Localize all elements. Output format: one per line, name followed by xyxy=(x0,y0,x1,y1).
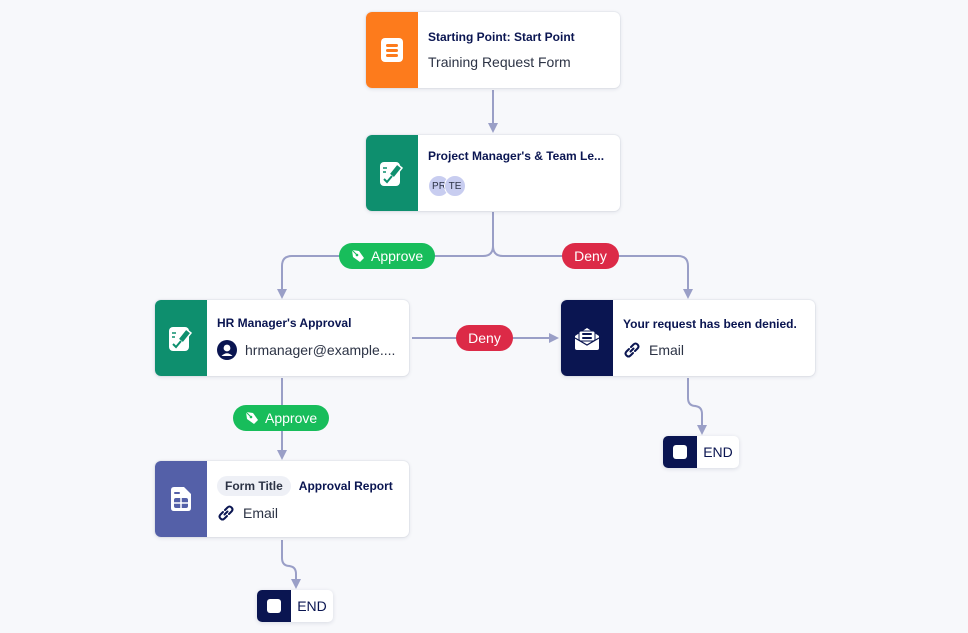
report-delivery-type: Email xyxy=(243,505,279,521)
hr-approval-node[interactable]: HR Manager's Approval hrmanager@example.… xyxy=(155,300,409,376)
denied-email-node[interactable]: Your request has been denied. Email xyxy=(561,300,815,376)
denied-email-title: Your request has been denied. xyxy=(623,317,797,331)
pen-nib-icon xyxy=(245,411,258,424)
start-node[interactable]: Starting Point: Start Point Training Req… xyxy=(366,12,620,88)
workflow-canvas: Starting Point: Start Point Training Req… xyxy=(0,0,968,633)
start-node-title: Starting Point: Start Point xyxy=(428,30,575,44)
end-node-right[interactable]: END xyxy=(663,436,739,468)
user-icon xyxy=(217,340,237,360)
pen-nib-icon xyxy=(351,249,364,262)
hr-deny-label: Deny xyxy=(468,330,501,346)
pm-deny-label: Deny xyxy=(574,248,607,264)
start-node-icon-panel xyxy=(366,12,418,88)
connectors xyxy=(277,90,707,589)
link-icon xyxy=(218,505,234,521)
approval-report-node[interactable]: Form Title Approval Report Email xyxy=(155,461,409,537)
report-icon-panel xyxy=(155,461,207,537)
approval-pen-icon xyxy=(169,327,193,351)
end-label: END xyxy=(703,444,733,460)
end-label: END xyxy=(297,598,327,614)
envelope-icon xyxy=(574,328,600,350)
edge-denied-to-end xyxy=(687,378,707,435)
form-icon xyxy=(381,38,403,62)
end-icon-panel xyxy=(257,590,291,622)
form-title-chip: Form Title xyxy=(217,476,291,496)
pm-deny-pill[interactable]: Deny xyxy=(562,243,619,269)
hr-approve-label: Approve xyxy=(265,410,318,426)
hr-approval-title: HR Manager's Approval xyxy=(217,316,352,330)
link-icon xyxy=(624,342,640,358)
denied-email-icon-panel xyxy=(561,300,613,376)
report-sheet-icon xyxy=(171,487,191,511)
pm-approve-pill[interactable]: Approve xyxy=(339,243,436,269)
start-node-form-name: Training Request Form xyxy=(428,54,571,70)
stop-icon xyxy=(267,599,281,613)
assignee-avatars: PR TE xyxy=(428,175,466,197)
denied-email-type: Email xyxy=(649,342,685,358)
pm-approval-title: Project Manager's & Team Le... xyxy=(428,149,605,163)
edge-report-to-end xyxy=(281,540,301,589)
stop-icon xyxy=(673,445,687,459)
hr-approval-icon-panel xyxy=(155,300,207,376)
hr-deny-pill[interactable]: Deny xyxy=(456,325,513,351)
avatar: TE xyxy=(444,175,466,197)
pm-approval-node[interactable]: Project Manager's & Team Le... PR TE xyxy=(366,135,620,211)
pm-approval-icon-panel xyxy=(366,135,418,211)
hr-approve-pill[interactable]: Approve xyxy=(233,405,330,431)
report-title: Approval Report xyxy=(298,479,393,493)
pm-approve-label: Approve xyxy=(371,248,424,264)
end-node-left[interactable]: END xyxy=(257,590,333,622)
hr-approval-assignee: hrmanager@example.... xyxy=(245,342,396,358)
end-icon-panel xyxy=(663,436,697,468)
approval-pen-icon xyxy=(380,162,404,186)
